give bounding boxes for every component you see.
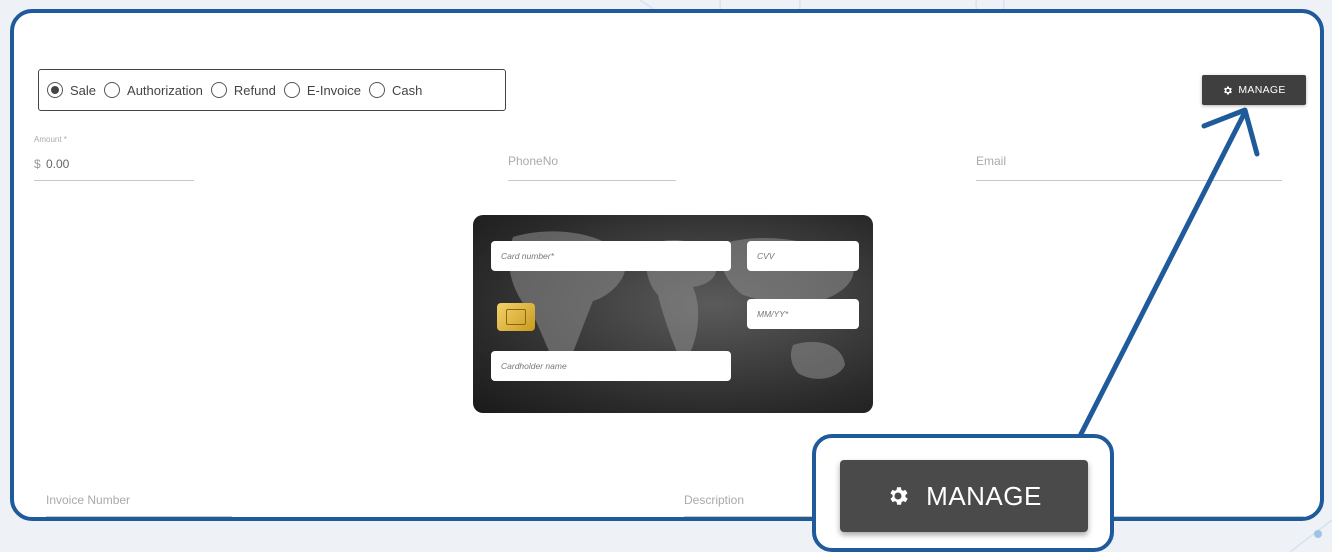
invoice-number-field[interactable]: Invoice Number <box>46 487 232 517</box>
radio-cash[interactable]: Cash <box>369 82 422 98</box>
manage-button-zoomed[interactable]: MANAGE <box>840 460 1088 532</box>
expiry-input[interactable]: MM/YY* <box>747 299 859 329</box>
manage-button-zoomed-label: MANAGE <box>926 480 1042 511</box>
cvv-input[interactable]: CVV <box>747 241 859 271</box>
cardholder-name-input[interactable]: Cardholder name <box>491 351 731 381</box>
gear-icon <box>890 487 908 505</box>
radio-sale[interactable]: Sale <box>47 82 96 98</box>
radio-e-invoice-indicator[interactable] <box>283 82 300 98</box>
radio-refund[interactable]: Refund <box>210 82 276 98</box>
card-chip-icon <box>497 303 535 331</box>
manage-button-callout: MANAGE <box>812 434 1114 552</box>
radio-sale-label: Sale <box>70 82 97 98</box>
phone-field[interactable]: PhoneNo <box>508 149 676 181</box>
radio-refund-label: Refund <box>233 82 276 98</box>
amount-label: Amount * <box>34 135 67 144</box>
payment-form-panel: Sale Authorization Refund E-Invoice Cash… <box>10 9 1324 521</box>
phone-placeholder: PhoneNo <box>508 154 559 168</box>
radio-cash-label: Cash <box>392 82 423 98</box>
radio-refund-indicator[interactable] <box>210 82 227 98</box>
radio-sale-indicator[interactable] <box>47 82 63 98</box>
credit-card-form: Card number* CVV MM/YY* Cardholder name <box>473 215 873 413</box>
manage-button[interactable]: MANAGE <box>1202 75 1306 105</box>
amount-field[interactable]: Amount * $ 0.00 <box>34 135 194 181</box>
email-placeholder: Email <box>976 154 1007 168</box>
description-placeholder: Description <box>684 493 745 507</box>
radio-cash-indicator[interactable] <box>369 82 386 98</box>
radio-authorization-label: Authorization <box>127 82 203 98</box>
amount-currency: $ <box>34 157 41 171</box>
manage-button-label: MANAGE <box>1238 84 1286 96</box>
radio-e-invoice[interactable]: E-Invoice <box>283 82 362 98</box>
invoice-number-placeholder: Invoice Number <box>46 493 131 507</box>
email-field[interactable]: Email <box>976 149 1282 181</box>
radio-e-invoice-label: E-Invoice <box>306 82 362 98</box>
radio-authorization-indicator[interactable] <box>104 82 121 98</box>
amount-value: 0.00 <box>46 157 70 171</box>
payment-type-radio-group: Sale Authorization Refund E-Invoice Cash <box>38 69 506 111</box>
card-number-input[interactable]: Card number* <box>491 241 731 271</box>
radio-authorization[interactable]: Authorization <box>104 82 203 98</box>
gear-icon <box>1224 85 1233 95</box>
